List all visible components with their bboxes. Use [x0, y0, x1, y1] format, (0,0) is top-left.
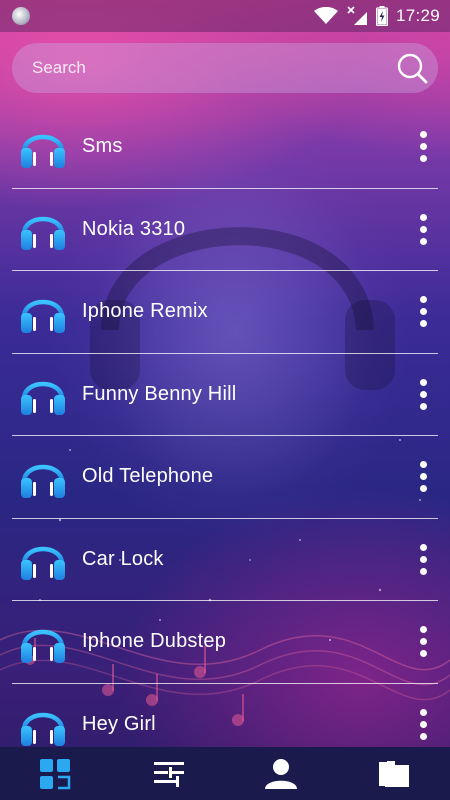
search-icon[interactable] — [396, 52, 428, 84]
ringtone-name: Hey Girl — [82, 713, 156, 736]
sliders-icon[interactable] — [152, 759, 186, 789]
ringtone-list: Sms Nokia 3310 Iphone Remix Funny Benny … — [12, 106, 438, 766]
ringtone-row[interactable]: Iphone Remix — [12, 271, 438, 354]
headphones-icon[interactable] — [18, 534, 68, 584]
status-bar: 17:29 — [0, 0, 450, 32]
notification-icon — [12, 7, 30, 25]
more-options-icon[interactable] — [408, 622, 438, 662]
contact-icon[interactable] — [264, 758, 298, 790]
more-options-icon[interactable] — [408, 374, 438, 414]
ringtone-name: Nokia 3310 — [82, 217, 186, 240]
more-options-icon[interactable] — [408, 705, 438, 745]
more-options-icon[interactable] — [408, 457, 438, 497]
ringtone-row[interactable]: Iphone Dubstep — [12, 601, 438, 684]
nav-contacts[interactable] — [251, 747, 311, 800]
headphones-icon[interactable] — [18, 122, 68, 172]
status-time: 17:29 — [395, 6, 440, 25]
headphones-icon[interactable] — [18, 617, 68, 667]
ringtone-row[interactable]: Old Telephone — [12, 436, 438, 519]
ringtone-row[interactable]: Sms — [12, 106, 438, 189]
headphones-icon[interactable] — [18, 700, 68, 750]
headphones-icon[interactable] — [18, 369, 68, 419]
ringtone-name: Iphone Dubstep — [82, 630, 227, 653]
nav-settings[interactable] — [139, 747, 199, 800]
battery-icon — [375, 6, 388, 26]
signal-icon — [347, 6, 367, 25]
wifi-icon — [313, 7, 338, 24]
ringtone-name: Sms — [82, 135, 123, 158]
search-bar[interactable]: Search — [12, 43, 438, 93]
search-input[interactable]: Search — [32, 58, 86, 78]
ringtone-name: Car Lock — [82, 547, 164, 570]
nav-categories[interactable] — [26, 747, 86, 800]
more-options-icon[interactable] — [408, 209, 438, 249]
headphones-icon[interactable] — [18, 287, 68, 337]
more-options-icon[interactable] — [408, 539, 438, 579]
bottom-navigation — [0, 747, 450, 800]
more-options-icon[interactable] — [408, 292, 438, 332]
ringtone-name: Old Telephone — [82, 465, 214, 488]
headphones-icon[interactable] — [18, 204, 68, 254]
ringtone-row[interactable]: Car Lock — [12, 519, 438, 601]
ringtone-name: Iphone Remix — [82, 300, 208, 323]
ringtone-row[interactable]: Funny Benny Hill — [12, 354, 438, 436]
ringtone-name: Funny Benny Hill — [82, 382, 237, 405]
nav-folder[interactable] — [364, 747, 424, 800]
folder-icon[interactable] — [377, 759, 411, 789]
categories-icon[interactable] — [39, 758, 73, 790]
ringtone-row[interactable]: Nokia 3310 — [12, 189, 438, 271]
more-options-icon[interactable] — [408, 127, 438, 167]
headphones-icon[interactable] — [18, 452, 68, 502]
